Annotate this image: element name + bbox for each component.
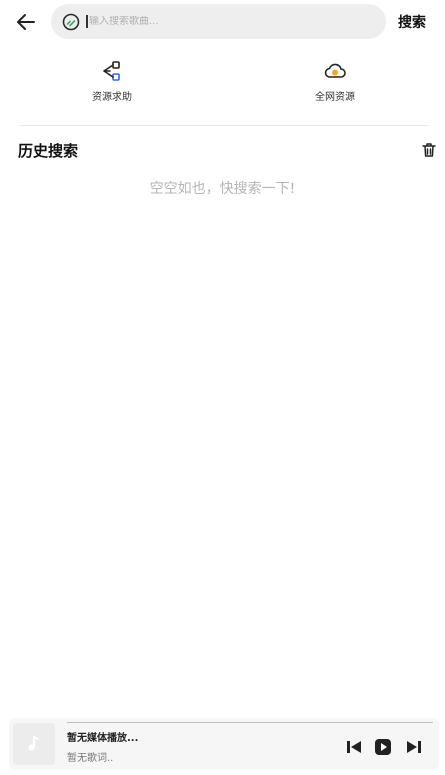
search-input[interactable]	[89, 16, 359, 27]
player-progress-bar[interactable]	[67, 722, 433, 723]
track-lyric: 暂无歌词..	[67, 753, 114, 764]
empty-history-text: 空空如也，快搜索一下!	[149, 181, 296, 197]
track-title: 暂无媒体播放...	[67, 733, 139, 744]
music-note-icon	[28, 736, 39, 751]
search-button[interactable]: 搜索	[398, 12, 426, 32]
top-bar: 搜索	[0, 0, 445, 44]
link-icon	[60, 11, 82, 33]
resource-help-label: 资源求助	[92, 92, 132, 103]
arrow-left-icon	[17, 14, 35, 30]
resource-help-button[interactable]: 资源求助	[88, 58, 136, 103]
clear-history-button[interactable]	[420, 141, 438, 159]
album-art[interactable]	[13, 723, 55, 765]
play-icon	[375, 739, 391, 755]
back-button[interactable]	[13, 9, 39, 35]
next-track-button[interactable]	[403, 737, 425, 757]
skip-previous-icon	[347, 741, 361, 753]
share-nodes-icon	[99, 58, 125, 84]
web-resources-button[interactable]: 全网资源	[311, 58, 359, 103]
text-cursor	[86, 15, 88, 28]
web-resources-label: 全网资源	[315, 92, 355, 103]
play-button[interactable]	[372, 737, 394, 757]
skip-next-icon	[407, 741, 421, 753]
search-page: 搜索 资源求助 全网资源 历史搜索 空空如也，快搜索一下!	[0, 0, 445, 775]
trash-icon	[422, 143, 436, 157]
previous-track-button[interactable]	[343, 737, 365, 757]
section-divider	[19, 125, 429, 126]
history-title: 历史搜索	[18, 142, 79, 160]
cloud-icon	[322, 58, 348, 84]
search-box[interactable]	[51, 4, 386, 39]
mini-player[interactable]: 暂无媒体播放... 暂无歌词..	[9, 718, 439, 770]
